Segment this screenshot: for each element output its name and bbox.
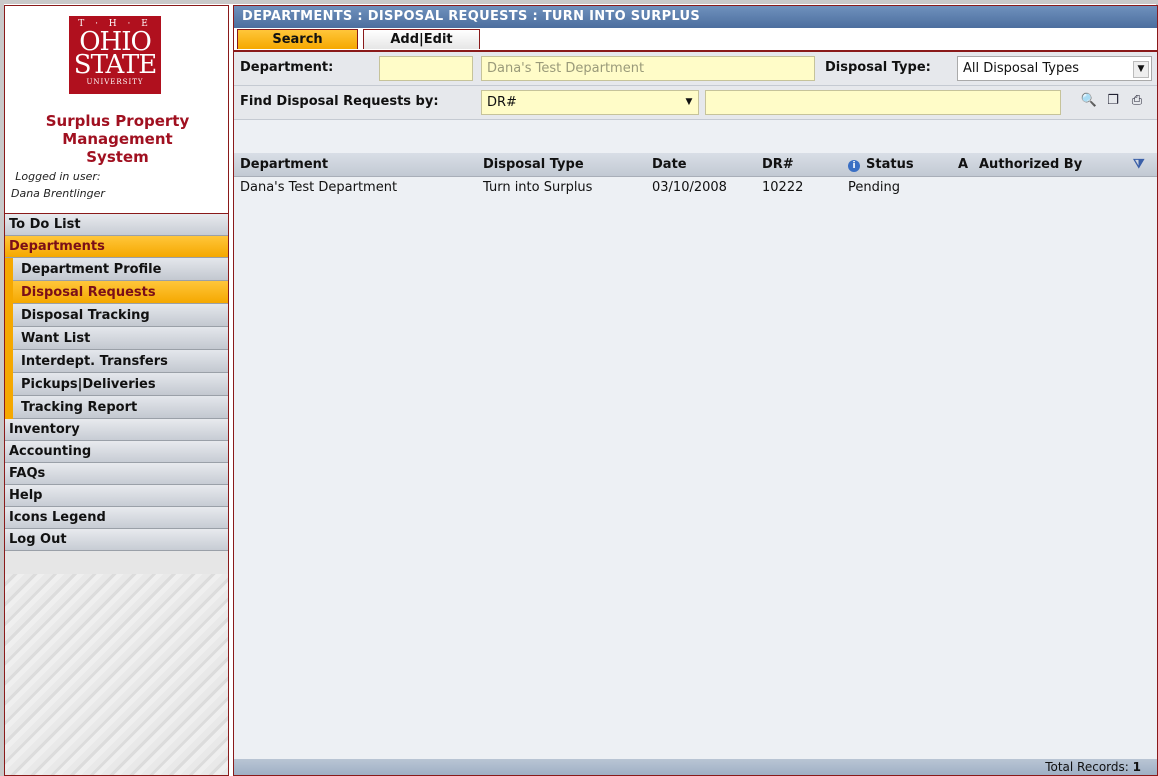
tab-bar: Search Add|Edit xyxy=(234,28,1157,52)
tab-search[interactable]: Search xyxy=(237,29,358,49)
nav-help[interactable]: Help xyxy=(5,485,228,507)
app-title-line3: System xyxy=(86,148,149,166)
find-filter-row: Find Disposal Requests by: DR# ▼ 🔍 ❐ ⎙ xyxy=(234,86,1157,120)
logged-in-info: Logged in user: Dana Brentlinger xyxy=(11,168,105,202)
cell-date: 03/10/2008 xyxy=(652,180,727,195)
chevron-down-icon: ▼ xyxy=(1133,61,1149,78)
col-date[interactable]: Date xyxy=(652,153,687,176)
table-header: Department Disposal Type Date DR# i Stat… xyxy=(234,153,1157,177)
department-code-input[interactable] xyxy=(379,56,473,81)
nav-tracking-report[interactable]: Tracking Report xyxy=(13,396,228,419)
binoculars-search-icon[interactable]: 🔍 xyxy=(1080,92,1098,110)
logo-state: STATE xyxy=(73,50,157,80)
cell-status: Pending xyxy=(848,180,900,195)
department-label: Department: xyxy=(240,60,334,75)
find-text-input[interactable] xyxy=(705,90,1061,115)
find-by-select[interactable]: DR# ▼ xyxy=(481,90,699,115)
nav-log-out[interactable]: Log Out xyxy=(5,529,228,551)
nav-department-profile[interactable]: Department Profile xyxy=(13,258,228,281)
page-title: DEPARTMENTS : DISPOSAL REQUESTS : TURN I… xyxy=(234,6,1157,28)
total-records-value: 1 xyxy=(1132,760,1141,774)
col-status[interactable]: Status xyxy=(866,153,914,176)
logo-area: T · H · E OHIO STATE UNIVERSITY Surplus … xyxy=(5,6,228,214)
nav-pickups-deliveries[interactable]: Pickups|Deliveries xyxy=(13,373,228,396)
col-disposal-type[interactable]: Disposal Type xyxy=(483,153,584,176)
col-a[interactable]: A xyxy=(958,153,968,176)
total-records: Total Records: 1 xyxy=(1045,759,1141,775)
ohio-state-logo: T · H · E OHIO STATE UNIVERSITY xyxy=(69,16,161,94)
app-title-line1: Surplus Property xyxy=(45,112,190,130)
sidebar-texture xyxy=(5,574,228,775)
departments-submenu: Department Profile Disposal Requests Dis… xyxy=(5,258,228,419)
find-by-label: Find Disposal Requests by: xyxy=(240,94,439,109)
total-records-label: Total Records: xyxy=(1045,760,1129,774)
col-dr[interactable]: DR# xyxy=(762,153,794,176)
nav-disposal-requests[interactable]: Disposal Requests xyxy=(13,281,228,304)
nav-interdept-transfers[interactable]: Interdept. Transfers xyxy=(13,350,228,373)
cell-disposal-type: Turn into Surplus xyxy=(483,180,593,195)
side-nav: To Do List Departments Department Profil… xyxy=(5,214,228,551)
sidebar: T · H · E OHIO STATE UNIVERSITY Surplus … xyxy=(4,5,229,776)
disposal-type-label: Disposal Type: xyxy=(825,60,931,75)
nav-departments[interactable]: Departments xyxy=(5,236,228,258)
cell-department: Dana's Test Department xyxy=(240,180,398,195)
tab-add-edit[interactable]: Add|Edit xyxy=(363,29,480,49)
app-title-line2: Management xyxy=(62,130,173,148)
nav-accounting[interactable]: Accounting xyxy=(5,441,228,463)
table-row[interactable]: Dana's Test Department Turn into Surplus… xyxy=(234,177,1157,199)
chevron-down-icon: ▼ xyxy=(682,95,696,110)
disposal-type-value: All Disposal Types xyxy=(963,61,1079,76)
department-name-input[interactable]: Dana's Test Department xyxy=(481,56,815,81)
nav-icons-legend[interactable]: Icons Legend xyxy=(5,507,228,529)
cell-dr: 10222 xyxy=(762,180,804,195)
nav-want-list[interactable]: Want List xyxy=(13,327,228,350)
find-by-value: DR# xyxy=(487,95,517,110)
table-footer: Total Records: 1 xyxy=(234,759,1157,775)
main-panel: DEPARTMENTS : DISPOSAL REQUESTS : TURN I… xyxy=(233,5,1158,776)
nav-disposal-tracking[interactable]: Disposal Tracking xyxy=(13,304,228,327)
department-filter-row: Department: Dana's Test Department Dispo… xyxy=(234,52,1157,86)
nav-faqs[interactable]: FAQs xyxy=(5,463,228,485)
disposal-type-select[interactable]: All Disposal Types ▼ xyxy=(957,56,1152,81)
nav-inventory[interactable]: Inventory xyxy=(5,419,228,441)
logged-in-label: Logged in user: xyxy=(15,170,101,183)
info-icon: i xyxy=(848,153,860,176)
print-icon[interactable]: ⎙ xyxy=(1128,92,1146,110)
copy-icon[interactable]: ❐ xyxy=(1104,92,1122,110)
app-title: Surplus Property Management System xyxy=(5,112,228,166)
nav-todo-list[interactable]: To Do List xyxy=(5,214,228,236)
col-department[interactable]: Department xyxy=(240,153,328,176)
logged-in-user: Dana Brentlinger xyxy=(11,187,105,200)
filter-icon[interactable]: ⧩ xyxy=(1133,153,1145,176)
col-authorized-by[interactable]: Authorized By xyxy=(979,153,1082,176)
